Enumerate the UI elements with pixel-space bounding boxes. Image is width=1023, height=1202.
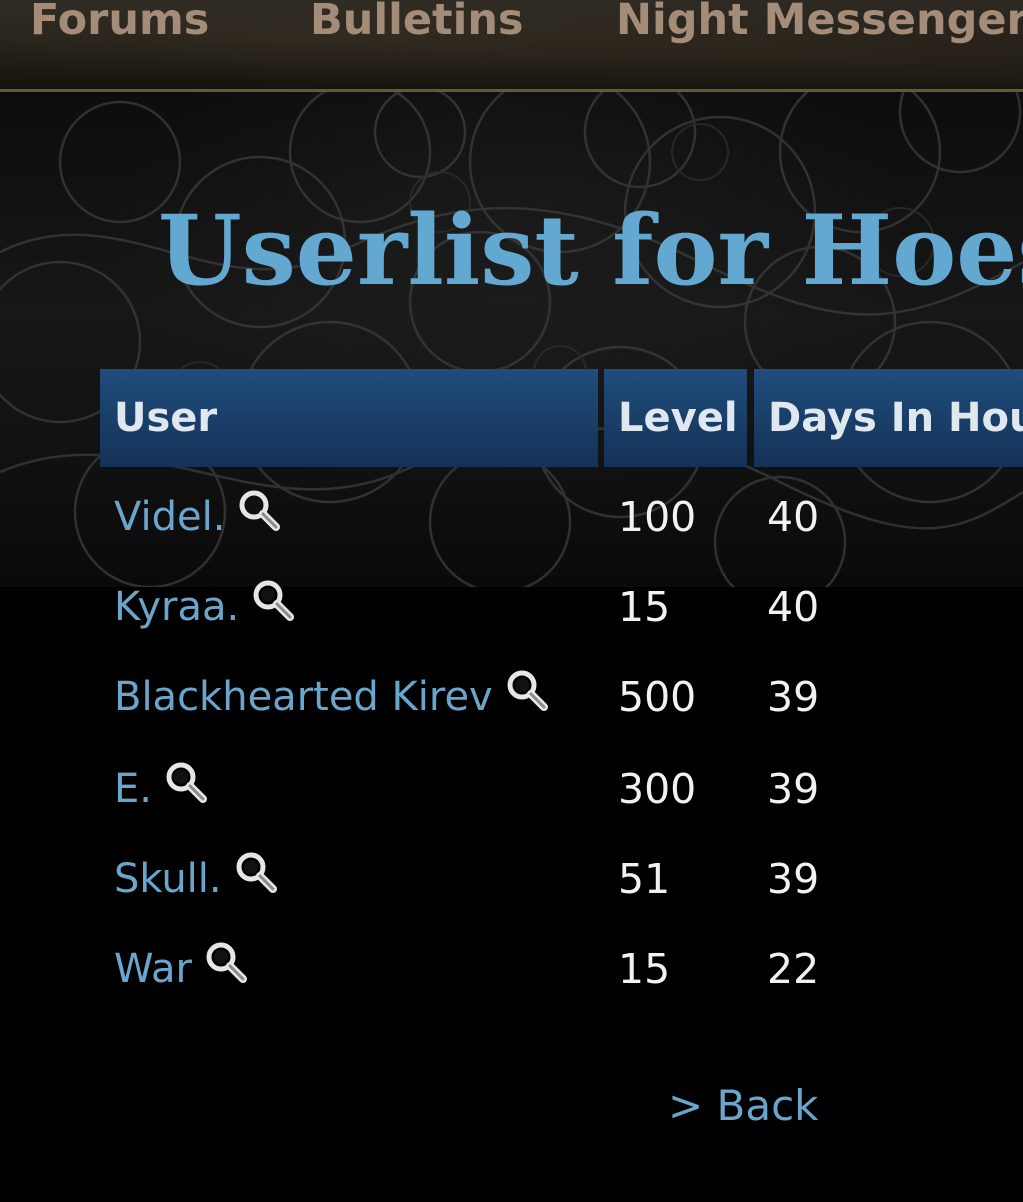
- days-cell: 22: [767, 945, 820, 993]
- user-link[interactable]: War: [114, 949, 192, 989]
- table-row: Skull. 51 39: [0, 834, 1023, 924]
- nav-night-messenger-link[interactable]: Night Messenger: [616, 0, 1023, 50]
- column-header-days-label: Days In Hou: [768, 395, 1023, 441]
- user-link[interactable]: E.: [114, 769, 152, 809]
- user-cell: Skull.: [114, 834, 280, 924]
- table-row: E. 300 39: [0, 744, 1023, 834]
- user-link[interactable]: Skull.: [114, 859, 222, 899]
- column-header-days[interactable]: Days In Hou: [754, 369, 1023, 467]
- page-title: Userlist for Hoes: [158, 194, 1023, 307]
- back-link[interactable]: > Back: [668, 1078, 819, 1134]
- table-row: Kyraa. 15 40: [0, 562, 1023, 652]
- user-link[interactable]: Kyraa.: [114, 587, 239, 627]
- level-cell: 51: [618, 855, 671, 903]
- user-cell: E.: [114, 744, 210, 834]
- table-row: Videl. 100 40: [0, 472, 1023, 562]
- column-header-level-label: Level: [618, 395, 738, 441]
- days-cell: 39: [767, 765, 820, 813]
- user-link[interactable]: Videl.: [114, 497, 225, 537]
- nav-forums-link[interactable]: Forums: [30, 0, 209, 50]
- table-row: Blackhearted Kirev 500 39: [0, 652, 1023, 742]
- days-cell: 40: [767, 493, 820, 541]
- level-cell: 15: [618, 583, 671, 631]
- user-cell: War: [114, 924, 250, 1014]
- level-cell: 15: [618, 945, 671, 993]
- top-nav-bar: Forums Bulletins Night Messenger: [0, 0, 1023, 92]
- user-cell: Kyraa.: [114, 562, 297, 652]
- days-cell: 39: [767, 855, 820, 903]
- user-cell: Blackhearted Kirev: [114, 652, 551, 742]
- days-cell: 40: [767, 583, 820, 631]
- table-row: War 15 22: [0, 924, 1023, 1014]
- magnifier-icon[interactable]: [235, 487, 283, 535]
- column-header-user-label: User: [114, 395, 218, 441]
- magnifier-icon[interactable]: [202, 939, 250, 987]
- column-header-level[interactable]: Level: [604, 369, 747, 467]
- user-cell: Videl.: [114, 472, 283, 562]
- level-cell: 100: [618, 493, 697, 541]
- nav-bulletins-link[interactable]: Bulletins: [310, 0, 524, 50]
- magnifier-icon[interactable]: [162, 759, 210, 807]
- column-header-user[interactable]: User: [100, 369, 598, 467]
- level-cell: 300: [618, 765, 697, 813]
- magnifier-icon[interactable]: [249, 577, 297, 625]
- days-cell: 39: [767, 673, 820, 721]
- magnifier-icon[interactable]: [503, 667, 551, 715]
- level-cell: 500: [618, 673, 697, 721]
- magnifier-icon[interactable]: [232, 849, 280, 897]
- user-link[interactable]: Blackhearted Kirev: [114, 677, 493, 717]
